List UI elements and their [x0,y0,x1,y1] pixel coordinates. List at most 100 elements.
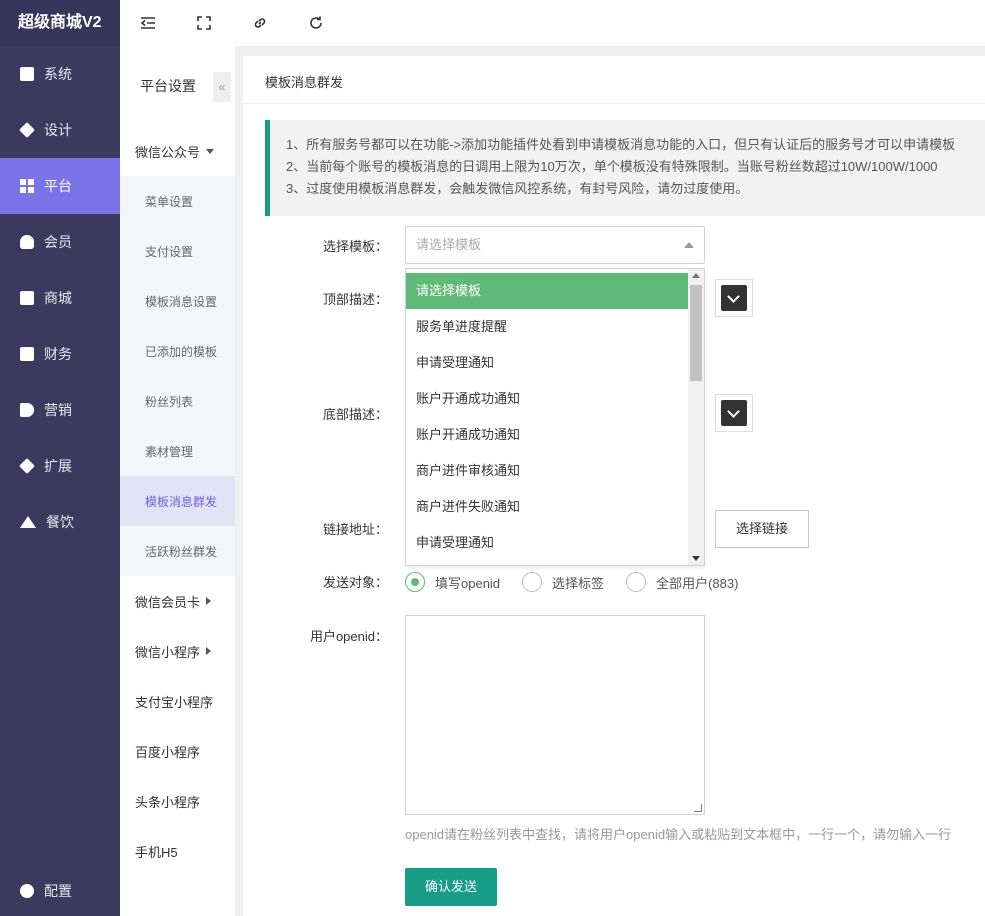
group-wechat-mini[interactable]: 微信小程序 [120,626,235,676]
wechat-subitems: 菜单设置 支付设置 模板消息设置 已添加的模板 粉丝列表 素材管理 模板消息群发… [120,176,235,576]
template-select[interactable]: 请选择模板 [405,226,705,264]
radio-openid[interactable]: 填写openid [405,572,500,592]
nav-item-design[interactable]: 设计 [0,102,120,158]
group-wechat-card[interactable]: 微信会员卡 [120,576,235,626]
top-desc-color-picker[interactable] [715,279,753,317]
bottom-desc-color-picker[interactable] [715,394,753,432]
group-wechat-official[interactable]: 微信公众号 [120,126,235,176]
top-desc-label: 顶部描述： [322,292,388,307]
caret-down-icon [206,148,215,154]
platform-icon [20,179,34,193]
catering-icon [20,516,36,528]
select-link-button[interactable]: 选择链接 [715,510,809,548]
radio-label: 选择标签 [552,575,605,591]
scroll-thumb[interactable] [690,285,702,381]
group-toutiao-mini[interactable]: 头条小程序 [120,776,235,826]
scroll-down-icon[interactable] [692,556,700,561]
caret-right-icon [206,597,212,605]
template-option[interactable]: 商户进件失败通知 [406,489,688,525]
target-radio-group: 填写openid 选择标签 全部用户(883) [405,570,760,594]
template-option[interactable]: 服务单进度提醒 [406,309,688,345]
sub-item-added-templates[interactable]: 已添加的模板 [120,326,235,376]
radio-tag[interactable]: 选择标签 [522,572,604,592]
nav-item-mall[interactable]: 商城 [0,270,120,326]
gear-icon [20,884,34,898]
design-icon [19,122,35,138]
openid-textarea[interactable] [405,615,705,815]
sub-sidebar: 平台设置 « 微信公众号 菜单设置 支付设置 模板消息设置 已添加的模板 粉丝列… [120,46,235,916]
link-icon [254,18,266,28]
notice-line: 1、所有服务号都可以在功能->添加功能插件处看到申请模板消息功能的入口，但只有认… [286,137,956,152]
nav-item-label: 财务 [44,346,72,362]
nav-item-config[interactable]: 配置 [0,866,120,916]
openid-hint: openid请在粉丝列表中查找，请将用户openid输入或粘贴到文本框中，一行一… [405,827,952,842]
nav-item-label: 会员 [44,234,72,250]
fullscreen-button[interactable] [176,0,232,46]
sub-sidebar-header: 平台设置 « [120,46,235,126]
chevron-down-icon [721,285,747,311]
nav-item-member[interactable]: 会员 [0,214,120,270]
link-label: 链接地址： [322,522,388,537]
group-label: 微信公众号 [135,144,201,160]
sub-item-template-broadcast[interactable]: 模板消息群发 [120,476,235,526]
nav-item-label: 配置 [44,883,72,899]
nav-item-marketing[interactable]: 营销 [0,382,120,438]
main-panel: 模板消息群发 1、所有服务号都可以在功能->添加功能插件处看到申请模板消息功能的… [243,56,985,916]
sub-item-menu[interactable]: 菜单设置 [120,176,235,226]
nav-item-finance[interactable]: 财务 [0,326,120,382]
indent-icon [140,17,155,29]
radio-label: 全部用户(883) [656,575,739,591]
refresh-icon [310,16,322,29]
group-alipay-mini[interactable]: 支付宝小程序 [120,676,235,726]
template-option[interactable]: 商户进件审核通知 [406,453,688,489]
nav-item-label: 设计 [44,122,72,138]
indent-button[interactable] [120,0,176,46]
bottom-desc-label: 底部描述： [322,407,388,422]
notice-box: 1、所有服务号都可以在功能->添加功能插件处看到申请模板消息功能的入口，但只有认… [265,120,985,216]
nav-item-platform[interactable]: 平台 [0,158,120,214]
nav-item-label: 营销 [44,402,72,418]
sub-item-active-fans-broadcast[interactable]: 活跃粉丝群发 [120,526,235,576]
openid-label: 用户openid： [309,629,388,644]
member-icon [20,235,34,249]
link-button[interactable] [232,0,288,46]
sub-item-materials[interactable]: 素材管理 [120,426,235,476]
main-sidebar: 超级商城V2 系统 设计 平台 会员 商城 财务 营销 扩展 餐饮 配置 [0,0,120,916]
template-option[interactable]: 申请受理通知 [406,525,688,561]
radio-all-users[interactable]: 全部用户(883) [626,572,738,592]
refresh-button[interactable] [288,0,344,46]
resize-grip-icon[interactable] [694,804,702,812]
group-label: 微信小程序 [135,644,201,660]
nav-item-label: 餐饮 [46,514,74,530]
nav-item-catering[interactable]: 餐饮 [0,494,120,550]
dropdown-scrollbar[interactable] [688,269,704,565]
finance-icon [20,347,34,361]
target-label: 发送对象： [322,575,388,590]
group-h5[interactable]: 手机H5 [120,826,235,876]
page-title: 模板消息群发 [243,56,985,104]
notice-line: 2、当前每个账号的模板消息的日调用上限为10万次，单个模板没有特殊限制。当账号粉… [286,159,938,174]
sub-item-template-settings[interactable]: 模板消息设置 [120,276,235,326]
group-baidu-mini[interactable]: 百度小程序 [120,726,235,776]
template-option[interactable]: 申请受理通知 [406,345,688,381]
collapse-button[interactable]: « [213,72,231,102]
template-option[interactable]: 账户开通成功通知 [406,417,688,453]
nav-item-label: 扩展 [44,458,72,474]
scroll-up-icon[interactable] [692,273,700,278]
confirm-send-button[interactable]: 确认发送 [405,868,497,906]
nav-item-system[interactable]: 系统 [0,46,120,102]
template-option-list: 请选择模板 服务单进度提醒 申请受理通知 账户开通成功通知 账户开通成功通知 商… [406,273,688,561]
caret-right-icon [206,647,212,655]
radio-dot [405,572,425,592]
notice-line: 3、过度使用模板消息群发，会触发微信风控系统，有封号风险，请勿过度使用。 [286,181,749,196]
template-option[interactable]: 账户开通成功通知 [406,381,688,417]
sub-item-payment[interactable]: 支付设置 [120,226,235,276]
template-dropdown: 请选择模板 服务单进度提醒 申请受理通知 账户开通成功通知 账户开通成功通知 商… [405,268,705,566]
app-title: 超级商城V2 [0,0,120,46]
fullscreen-icon [197,16,211,30]
template-select-placeholder: 请选择模板 [416,237,482,252]
group-label: 微信会员卡 [135,594,201,610]
sub-item-fans[interactable]: 粉丝列表 [120,376,235,426]
template-option[interactable]: 请选择模板 [406,273,688,309]
nav-item-extension[interactable]: 扩展 [0,438,120,494]
